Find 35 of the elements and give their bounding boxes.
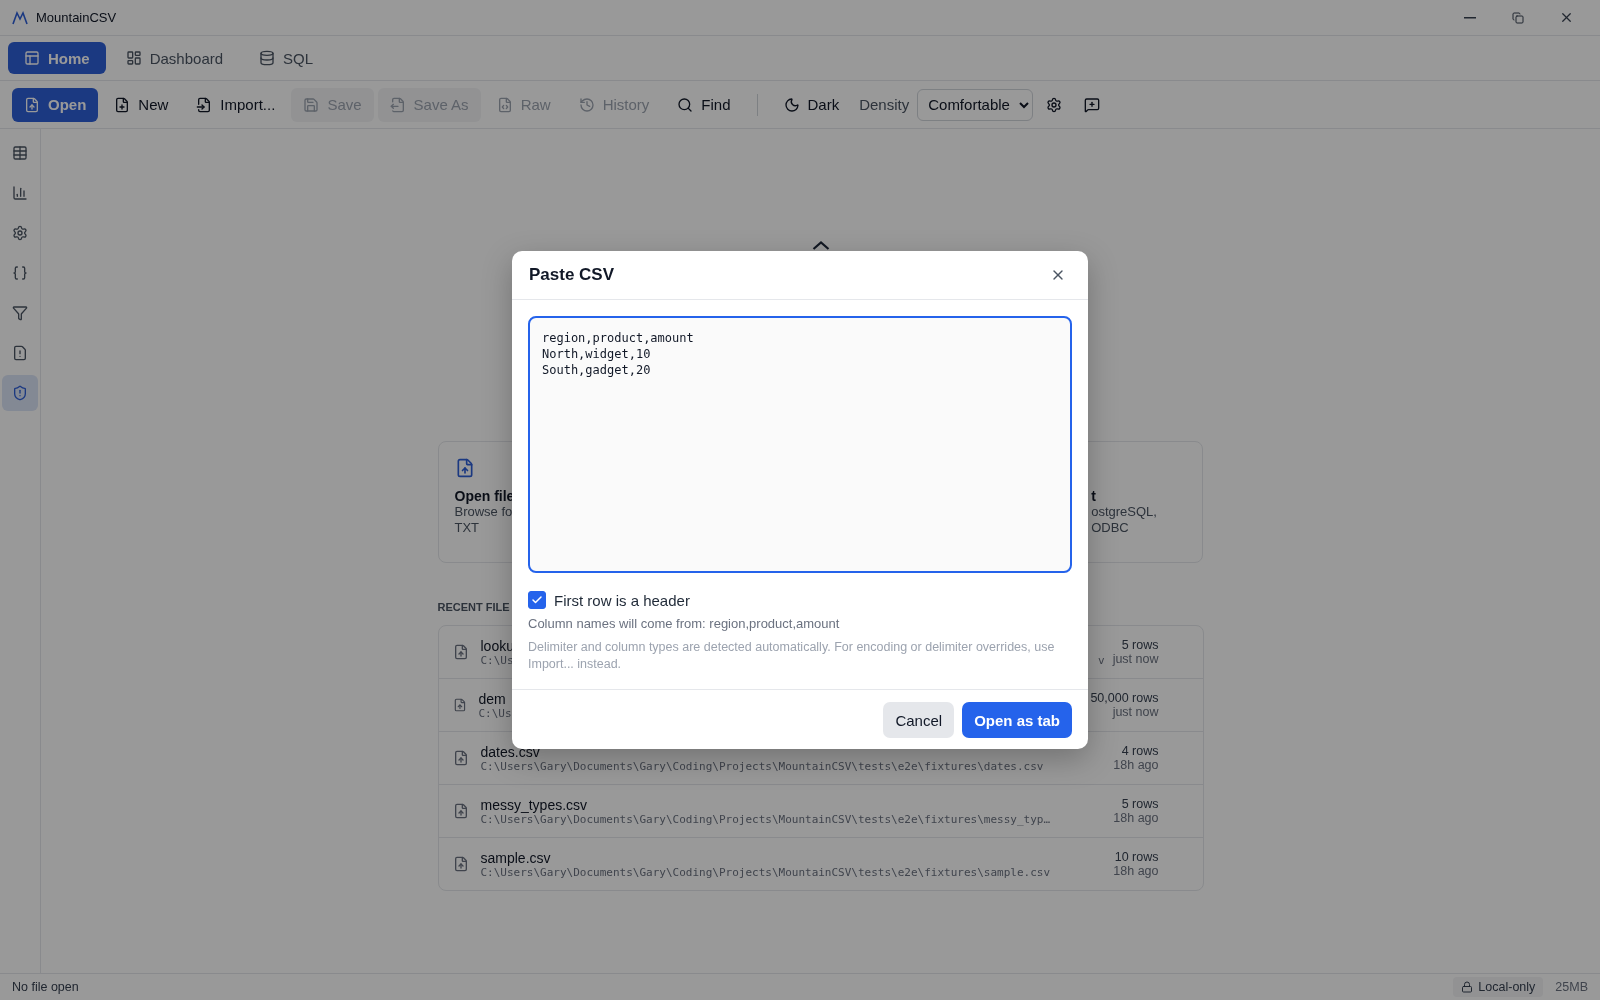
file-path: C:\Users\Gary\Documents\Gary\Coding\Projects\MountainCSV\tests\e2e\fixtures\dates.csv [480, 759, 1044, 773]
file-name: messy_types.csv [480, 796, 588, 813]
card-description: ostgreSQL, [1091, 504, 1157, 520]
row-count: 4 rows [1121, 744, 1159, 758]
detection-note: Delimiter and column types are detected automatically. For encoding or delimiter overrides, use Import... instead. [528, 639, 1056, 673]
window-title: MountainCSV [36, 10, 118, 25]
memory-usage: 25MB [1555, 980, 1588, 994]
file-name: sample.csv [480, 849, 551, 866]
card-title: t [1091, 488, 1096, 504]
file-path: C:\Users\Gary\Documents\Gary\Coding\Projects\MountainCSV\tests\e2e\fixtures\sample.csv [480, 865, 1051, 879]
file-path: C:\Us [480, 653, 514, 667]
file-name: dates.csv [480, 743, 540, 760]
column-names-hint: Column names will come from: region,product,amount [528, 616, 841, 631]
file-path: C:\Users\Gary\Documents\Gary\Coding\Projects\MountainCSV\tests\e2e\fixtures\messy_typ… [480, 812, 1051, 826]
file-name: dem [478, 690, 506, 707]
checkbox-label: First row is a header [554, 591, 690, 609]
row-count: 50,000 rows [1090, 691, 1159, 705]
dialog-title: Paste CSV [529, 265, 615, 285]
card-description: ODBC [1091, 520, 1129, 536]
opened-time: 18h ago [1113, 864, 1159, 878]
opened-time: just now [1112, 705, 1159, 719]
row-count: 10 rows [1114, 850, 1159, 864]
card-description: TXT [454, 520, 480, 536]
density-label: Density [858, 96, 911, 113]
row-count: 5 rows [1121, 638, 1159, 652]
section-heading: RECENT FILE [437, 601, 510, 613]
opened-time: just now [1112, 652, 1159, 666]
local-only-badge: Local-only [1453, 977, 1544, 997]
file-path: v [1097, 653, 1105, 667]
opened-time: 18h ago [1113, 811, 1159, 825]
status-text: No file open [12, 980, 80, 994]
opened-time: 18h ago [1113, 758, 1159, 772]
card-description: Browse fo [454, 504, 513, 520]
file-path: C:\Us [478, 706, 512, 720]
row-count: 5 rows [1121, 797, 1159, 811]
